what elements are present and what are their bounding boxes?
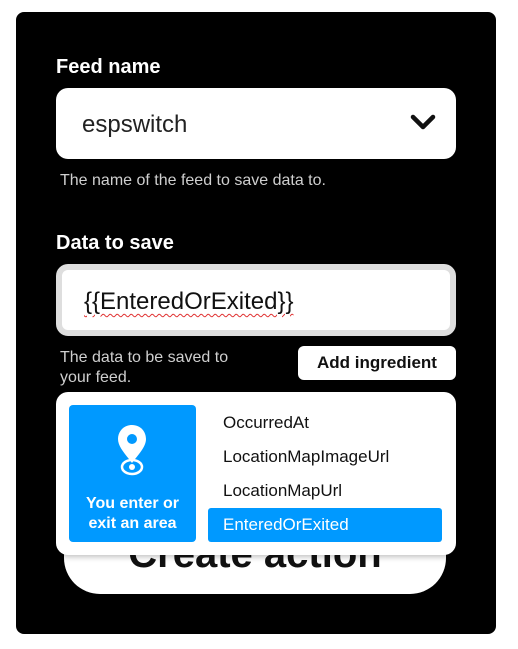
feed-name-label: Feed name [56,56,161,78]
data-to-save-helper-line1: The data to be saved to [60,349,229,366]
add-ingredient-button[interactable]: Add ingredient [298,346,456,380]
ingredient-item-occurred-at[interactable]: OccurredAt [208,406,442,440]
chevron-down-icon [410,114,436,130]
data-to-save-input[interactable]: {{EnteredOrExited}} [56,264,456,336]
trigger-card[interactable]: You enter or exit an area [69,405,196,542]
data-to-save-helper-line2: your feed. [60,369,132,386]
data-to-save-label: Data to save [56,232,174,254]
data-to-save-helper: The data to be saved to your feed. [60,348,228,388]
location-pin-icon [118,425,146,476]
data-to-save-value: {{EnteredOrExited}} [84,288,294,315]
feed-name-select[interactable]: espswitch [56,88,456,159]
ingredient-item-entered-or-exited[interactable]: EnteredOrExited [208,508,442,542]
trigger-name-line2: exit an area [88,515,177,532]
ingredient-item-location-map-url[interactable]: LocationMapUrl [208,474,442,508]
feed-name-value: espswitch [82,111,188,138]
ingredient-list: OccurredAt LocationMapImageUrl LocationM… [208,406,442,542]
trigger-name: You enter or exit an area [69,494,196,534]
ingredient-item-location-map-image-url[interactable]: LocationMapImageUrl [208,440,442,474]
feed-name-helper: The name of the feed to save data to. [60,172,326,189]
ingredients-dropdown: You enter or exit an area OccurredAt Loc… [56,392,456,555]
trigger-name-line1: You enter or [85,495,180,512]
